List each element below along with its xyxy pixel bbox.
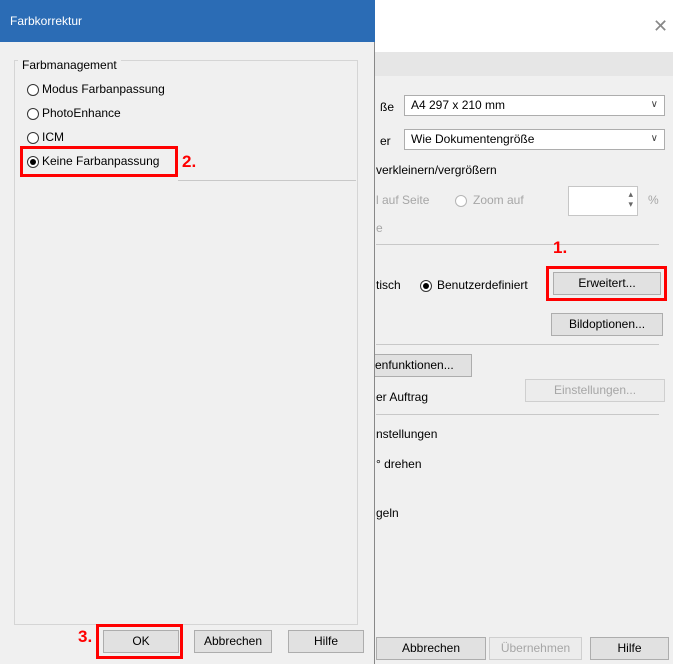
highlight-step1	[546, 266, 667, 301]
chevron-down-icon: ∨	[650, 133, 658, 144]
mirror-label: geln	[376, 506, 399, 520]
divider	[178, 180, 356, 181]
divider	[376, 344, 659, 345]
step2-annotation: 2.	[182, 152, 197, 171]
close-icon[interactable]: ✕	[653, 17, 668, 35]
output-size-value: Wie Dokumentengröße	[411, 132, 535, 146]
color-management-group	[14, 60, 358, 625]
spin-arrows-icon[interactable]: ▴ ▾	[628, 189, 633, 209]
scale-label: verkleinern/vergrößern	[376, 163, 497, 177]
radio-modus-farbanpassung[interactable]: Modus Farbanpassung	[27, 82, 165, 96]
highlight-step3	[96, 624, 183, 659]
radio-icm[interactable]: ICM	[27, 130, 64, 144]
step3-annotation: 3.	[78, 627, 93, 646]
paper-size-value: A4 297 x 210 mm	[411, 98, 506, 112]
option-label: ICM	[42, 130, 64, 144]
custom-label: Benutzerdefiniert	[437, 278, 528, 292]
paper-size-select[interactable]: A4 297 x 210 mm ∨	[404, 95, 665, 116]
zoom-label: Zoom auf	[473, 193, 524, 207]
option-label: PhotoEnhance	[42, 106, 121, 120]
functions-button[interactable]: enfunktionen...	[368, 354, 472, 377]
radio-icon	[27, 83, 39, 96]
cancel-button[interactable]: Abbrechen	[194, 630, 272, 653]
custom-radio[interactable]	[420, 278, 432, 292]
output-size-label: er	[380, 134, 391, 148]
image-options-button[interactable]: Bildoptionen...	[551, 313, 663, 336]
help-button[interactable]: Hilfe	[288, 630, 364, 653]
divider	[376, 414, 659, 415]
radio-icon	[27, 131, 39, 144]
zoom-spinbox[interactable]: ▴ ▾	[568, 186, 638, 216]
auto-label: tisch	[376, 278, 401, 292]
chevron-down-icon: ∨	[650, 99, 658, 110]
help-button-bg[interactable]: Hilfe	[590, 637, 669, 660]
paper-size-label: ße	[380, 100, 395, 114]
option-label: Modus Farbanpassung	[42, 82, 165, 96]
settings-button[interactable]: Einstellungen...	[525, 379, 665, 402]
color-correction-dialog: Farbkorrektur Farbmanagement Modus Farba…	[0, 0, 375, 664]
highlight-step2	[20, 146, 178, 177]
rotate-label: ° drehen	[376, 457, 422, 471]
job-label: er Auftrag	[376, 390, 429, 404]
output-size-select[interactable]: Wie Dokumentengröße ∨	[404, 129, 665, 150]
color-management-label: Farbmanagement	[18, 58, 121, 72]
step1-annotation: 1.	[553, 238, 568, 257]
divider	[376, 244, 659, 245]
percent-sign: %	[648, 193, 659, 207]
dialog-title: Farbkorrektur	[0, 0, 375, 42]
e-label: e	[376, 221, 383, 235]
radio-photoenhance[interactable]: PhotoEnhance	[27, 106, 121, 120]
apply-button[interactable]: Übernehmen	[489, 637, 582, 660]
fit-page-label: l auf Seite	[376, 193, 430, 207]
cancel-button-bg[interactable]: Abbrechen	[376, 637, 486, 660]
settings-section-label: nstellungen	[376, 427, 438, 441]
zoom-radio[interactable]	[455, 193, 467, 207]
radio-icon	[27, 107, 39, 120]
